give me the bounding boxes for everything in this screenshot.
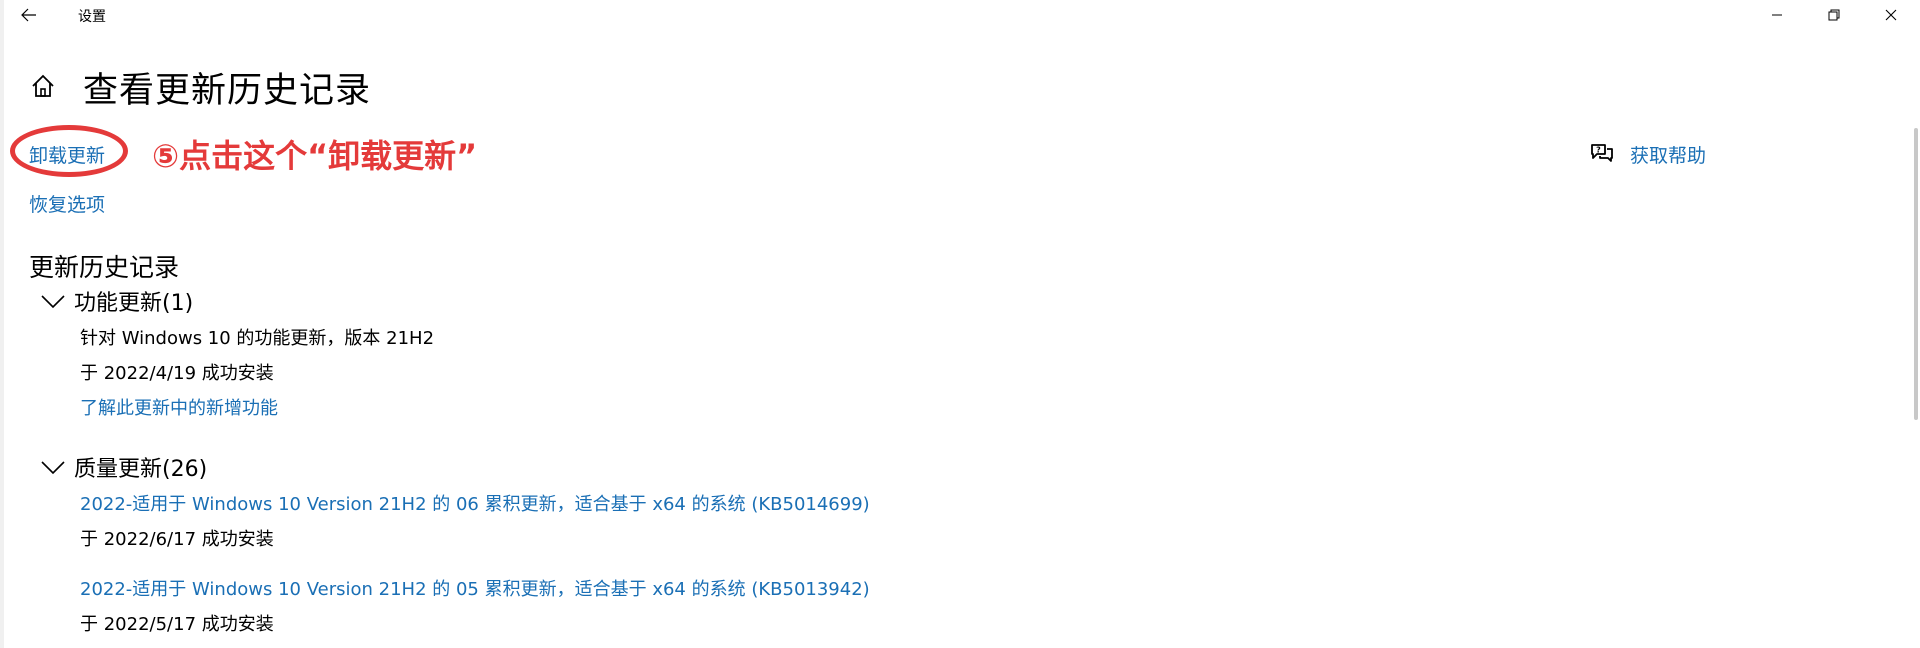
chat-help-icon: ? [1591, 144, 1613, 162]
update-status: 于 2022/5/17 成功安装 [80, 614, 274, 635]
feature-updates-group[interactable]: 功能更新(1) [40, 285, 193, 317]
vertical-scrollbar[interactable] [1914, 128, 1918, 420]
recovery-options-link[interactable]: 恢复选项 [29, 190, 105, 217]
annotation-text: ⑤点击这个“卸载更新” [152, 137, 478, 175]
feature-updates-label: 功能更新(1) [74, 291, 194, 316]
chevron-down-icon [41, 461, 65, 475]
get-help-link[interactable]: 获取帮助 [1630, 141, 1706, 168]
window-left-edge [0, 0, 4, 648]
close-icon [1885, 9, 1897, 21]
update-name: 针对 Windows 10 的功能更新，版本 21H2 [80, 328, 435, 349]
back-button[interactable] [14, 3, 44, 27]
minimize-button[interactable] [1752, 0, 1802, 30]
restore-icon [1828, 9, 1840, 21]
update-status: 于 2022/6/17 成功安装 [80, 529, 274, 550]
learn-more-link[interactable]: 了解此更新中的新增功能 [80, 394, 278, 420]
window-title: 设置 [78, 9, 106, 25]
home-icon [32, 74, 54, 97]
back-arrow-icon [21, 8, 36, 22]
page-title: 查看更新历史记录 [83, 71, 372, 111]
chevron-down-icon [41, 295, 65, 309]
update-history-heading: 更新历史记录 [29, 253, 180, 282]
quality-updates-label: 质量更新(26) [74, 457, 208, 482]
svg-text:?: ? [1596, 146, 1601, 155]
title-bar: 设置 [0, 0, 1920, 30]
quality-updates-group[interactable]: 质量更新(26) [40, 451, 207, 483]
update-link-kb5014699[interactable]: 2022-适用于 Windows 10 Version 21H2 的 06 累积… [80, 490, 870, 516]
update-status: 于 2022/4/19 成功安装 [80, 363, 274, 384]
close-button[interactable] [1866, 0, 1916, 30]
uninstall-updates-link[interactable]: 卸载更新 [29, 141, 105, 168]
update-link-kb5013942[interactable]: 2022-适用于 Windows 10 Version 21H2 的 05 累积… [80, 575, 870, 601]
home-button[interactable] [29, 72, 57, 100]
restore-button[interactable] [1809, 0, 1859, 30]
minimize-icon [1772, 14, 1782, 16]
